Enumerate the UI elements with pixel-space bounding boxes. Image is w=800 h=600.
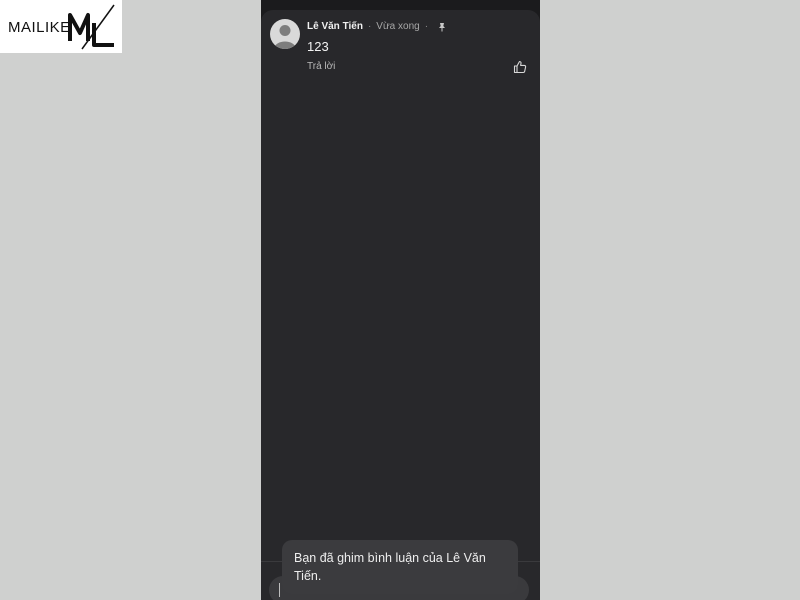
thumbs-up-icon[interactable] — [513, 60, 527, 74]
mailike-watermark: MAILIKE — [0, 0, 122, 53]
comment-header: Lê Văn Tiến · Vừa xong · — [307, 21, 447, 32]
toast-message: Bạn đã ghim bình luận của Lê Văn Tiến. — [294, 551, 486, 583]
separator-dot: · — [367, 21, 372, 32]
comment-author[interactable]: Lê Văn Tiến — [307, 21, 363, 32]
ml-logo-icon — [68, 4, 115, 50]
pin-icon — [439, 22, 446, 31]
comment-text: 123 — [307, 39, 329, 54]
comments-sheet: Lê Văn Tiến · Vừa xong · 123 Trả lời — [261, 10, 540, 600]
reply-button[interactable]: Trả lời — [307, 61, 335, 72]
comment-time: Vừa xong — [376, 21, 420, 32]
watermark-text: MAILIKE — [8, 19, 71, 36]
default-avatar-icon[interactable] — [270, 19, 300, 49]
separator-dot: · — [424, 21, 429, 32]
text-caret — [279, 583, 280, 597]
page: MAILIKE Lê Văn Tiến · Vừa xong · 123 Trả… — [0, 0, 800, 600]
phone-screen: Lê Văn Tiến · Vừa xong · 123 Trả lời — [261, 0, 540, 600]
pin-toast: Bạn đã ghim bình luận của Lê Văn Tiến. — [282, 540, 518, 594]
comment-item: Lê Văn Tiến · Vừa xong · 123 Trả lời — [261, 10, 540, 90]
